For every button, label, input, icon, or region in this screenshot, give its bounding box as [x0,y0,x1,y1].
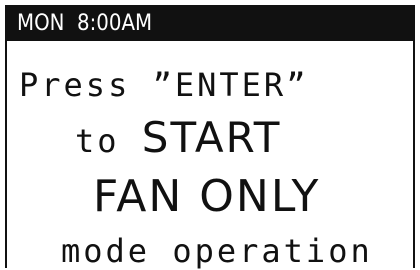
lcd-display: MON 8:00AM Press ”ENTER” to START FAN ON… [5,5,415,268]
instruction-to-prefix: to [75,122,142,160]
status-bar-day-time: MON 8:00AM [7,7,413,41]
instruction-line-mode-operation: mode operation [61,232,373,270]
instruction-start-word: START [141,113,282,162]
instruction-line-to-start: to START [75,117,281,159]
mode-name-fan-only: FAN ONLY [93,171,321,222]
instruction-line-press-enter: Press ”ENTER” [19,66,309,104]
